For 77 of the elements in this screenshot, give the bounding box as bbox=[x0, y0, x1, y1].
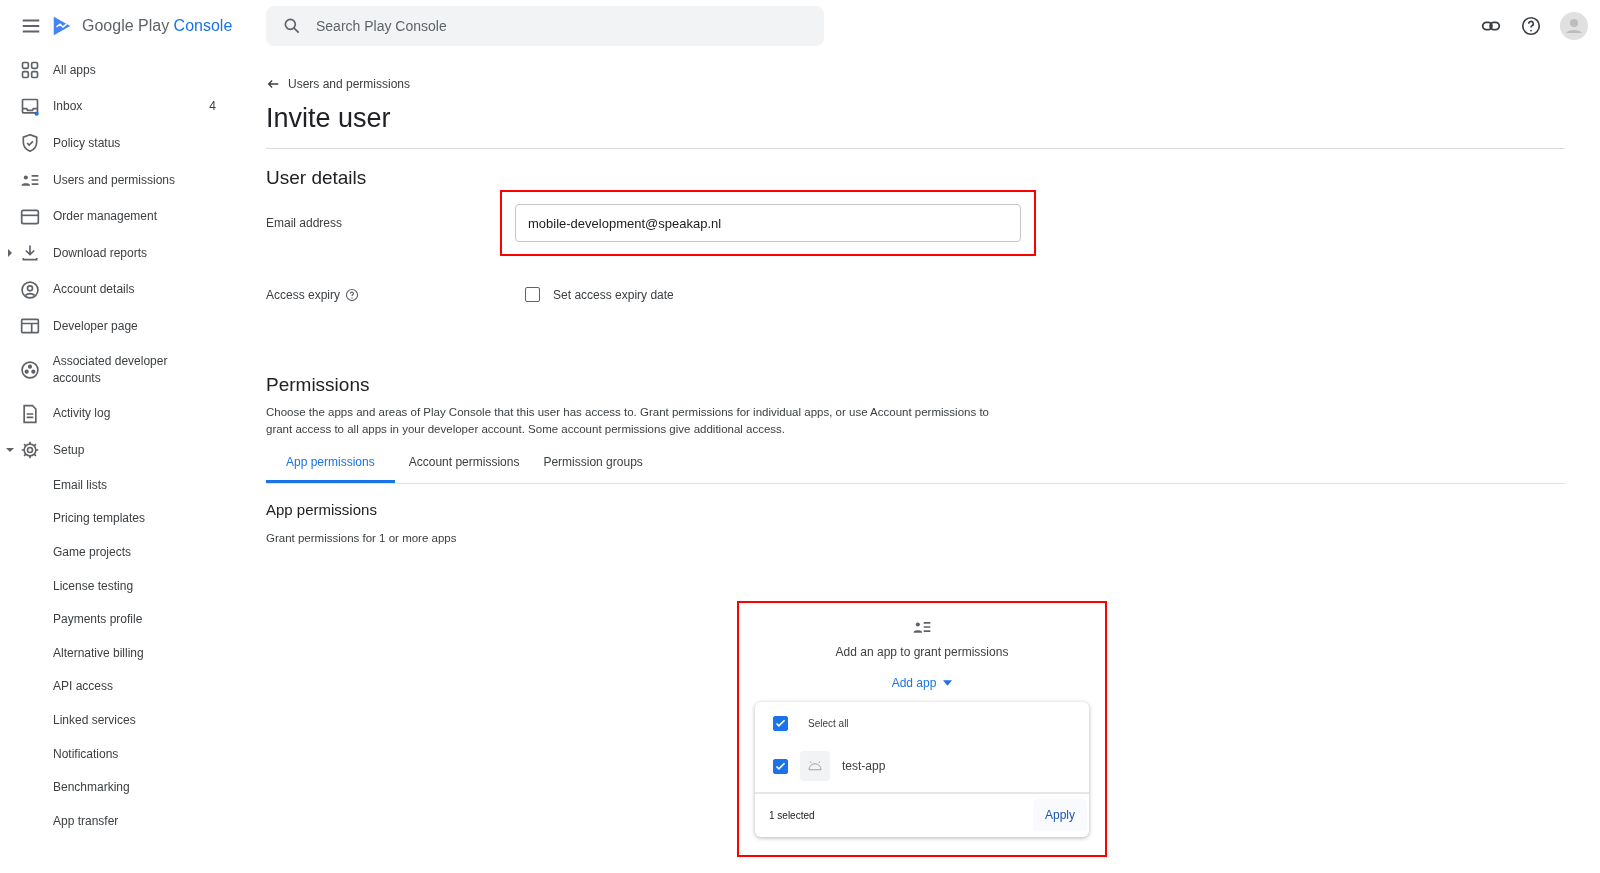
sidebar-label: Account details bbox=[53, 281, 135, 299]
page-title: Invite user bbox=[266, 103, 392, 134]
field-label: Access expiry bbox=[266, 287, 341, 302]
search-icon bbox=[282, 16, 302, 36]
sidebar-item[interactable]: Payments profile bbox=[0, 602, 266, 637]
sidebar-icon bbox=[20, 440, 40, 461]
sidebar-label: Order management bbox=[53, 208, 158, 226]
sidebar-label: Associated developer accounts bbox=[52, 353, 169, 388]
sidebar-icon bbox=[20, 243, 40, 264]
help-icon[interactable] bbox=[1520, 15, 1542, 37]
sidebar-item[interactable]: Activity log bbox=[0, 395, 266, 432]
sidebar-item[interactable]: Setup bbox=[0, 431, 266, 469]
empty-state-text: Add an app to grant permissions bbox=[835, 645, 1009, 659]
select-all-label: Select all bbox=[808, 718, 849, 729]
field-label: Email address bbox=[266, 215, 344, 230]
sidebar-icon bbox=[19, 360, 40, 381]
sidebar-label: Inbox bbox=[53, 98, 83, 116]
tab[interactable]: Permission groups bbox=[533, 446, 653, 483]
sidebar-icon bbox=[20, 403, 40, 424]
sidebar-label: Activity log bbox=[53, 405, 111, 423]
sidebar-label: Users and permissions bbox=[53, 171, 176, 189]
sidebar-item[interactable]: Inbox 4 bbox=[0, 88, 266, 126]
email-field[interactable]: mobile-development@speakap.nl bbox=[515, 204, 1021, 242]
sidebar-label: Setup bbox=[53, 441, 85, 459]
back-arrow-icon bbox=[266, 77, 280, 91]
sidebar-icon bbox=[20, 133, 40, 154]
sidebar-item[interactable]: Policy status bbox=[0, 125, 266, 162]
sidebar-label: Download reports bbox=[53, 244, 148, 262]
sidebar-item[interactable]: Pricing templates bbox=[0, 502, 266, 536]
sidebar-icon bbox=[20, 316, 40, 337]
sidebar-item[interactable]: Alternative billing bbox=[0, 636, 266, 671]
sidebar-item[interactable]: All apps bbox=[0, 52, 266, 89]
sidebar-label: Developer page bbox=[53, 317, 138, 335]
help-icon[interactable] bbox=[345, 287, 360, 302]
checkbox[interactable] bbox=[773, 716, 788, 731]
sidebar-item[interactable]: API access bbox=[0, 670, 266, 704]
app-name: test-app bbox=[842, 759, 886, 773]
sidebar-icon bbox=[20, 279, 40, 300]
checkbox[interactable] bbox=[773, 758, 788, 774]
sidebar-label: Policy status bbox=[53, 135, 121, 152]
sidebar-item[interactable]: Notifications bbox=[0, 737, 266, 771]
apply-button[interactable]: Apply bbox=[1032, 799, 1087, 831]
section-heading: Permissions bbox=[266, 374, 371, 396]
selection-count: 1 selected bbox=[769, 809, 815, 821]
sidebar-item[interactable]: Order management bbox=[0, 198, 266, 235]
sidebar-label: All apps bbox=[53, 61, 96, 79]
caret-icon[interactable] bbox=[6, 446, 14, 455]
check-icon bbox=[774, 717, 787, 730]
tab[interactable]: Account permissions bbox=[398, 446, 530, 483]
description-text: Choose the apps and areas of Play Console that this user has access to. Grant permissions for individual apps, or use Account permissions to grant access to all apps in your developer account. Some account permissions give additional access. bbox=[266, 405, 990, 437]
sidebar-item[interactable]: Users and permissions bbox=[0, 161, 266, 199]
app-icon bbox=[800, 751, 830, 781]
sidebar-icon bbox=[20, 60, 40, 81]
sidebar-item[interactable]: Download reports bbox=[0, 234, 266, 272]
checkbox-label: Set access expiry date bbox=[553, 287, 674, 302]
app-logo[interactable]: Google Play Console bbox=[82, 17, 233, 35]
sidebar-item[interactable]: Account details bbox=[0, 271, 266, 309]
sidebar-item[interactable]: Email lists bbox=[0, 468, 266, 503]
caret-icon bbox=[943, 680, 953, 686]
caret-icon[interactable] bbox=[6, 249, 14, 258]
tab[interactable]: App permissions bbox=[266, 446, 395, 483]
sidebar-item[interactable]: Game projects bbox=[0, 535, 266, 570]
add-app-button[interactable]: Add app bbox=[885, 675, 959, 691]
subsection-heading: App permissions bbox=[266, 501, 378, 518]
subsection-text: Grant permissions for 1 or more apps bbox=[266, 532, 458, 544]
sidebar-item[interactable]: License testing bbox=[0, 569, 266, 603]
sidebar-item[interactable]: Benchmarking bbox=[0, 770, 266, 805]
checkbox[interactable] bbox=[525, 287, 541, 302]
search-field[interactable]: Search Play Console bbox=[266, 6, 824, 46]
sidebar-item[interactable]: Developer page bbox=[0, 308, 266, 345]
sidebar-item[interactable]: App transfer bbox=[0, 804, 266, 839]
back-link[interactable]: Users and permissions bbox=[266, 77, 411, 91]
sidebar-item[interactable]: Associated developer accounts bbox=[0, 344, 266, 396]
sidebar-item[interactable]: Linked services bbox=[0, 703, 266, 738]
unread-count: 4 bbox=[209, 98, 216, 116]
sidebar-icon bbox=[20, 96, 40, 117]
section-heading: User details bbox=[266, 167, 368, 189]
